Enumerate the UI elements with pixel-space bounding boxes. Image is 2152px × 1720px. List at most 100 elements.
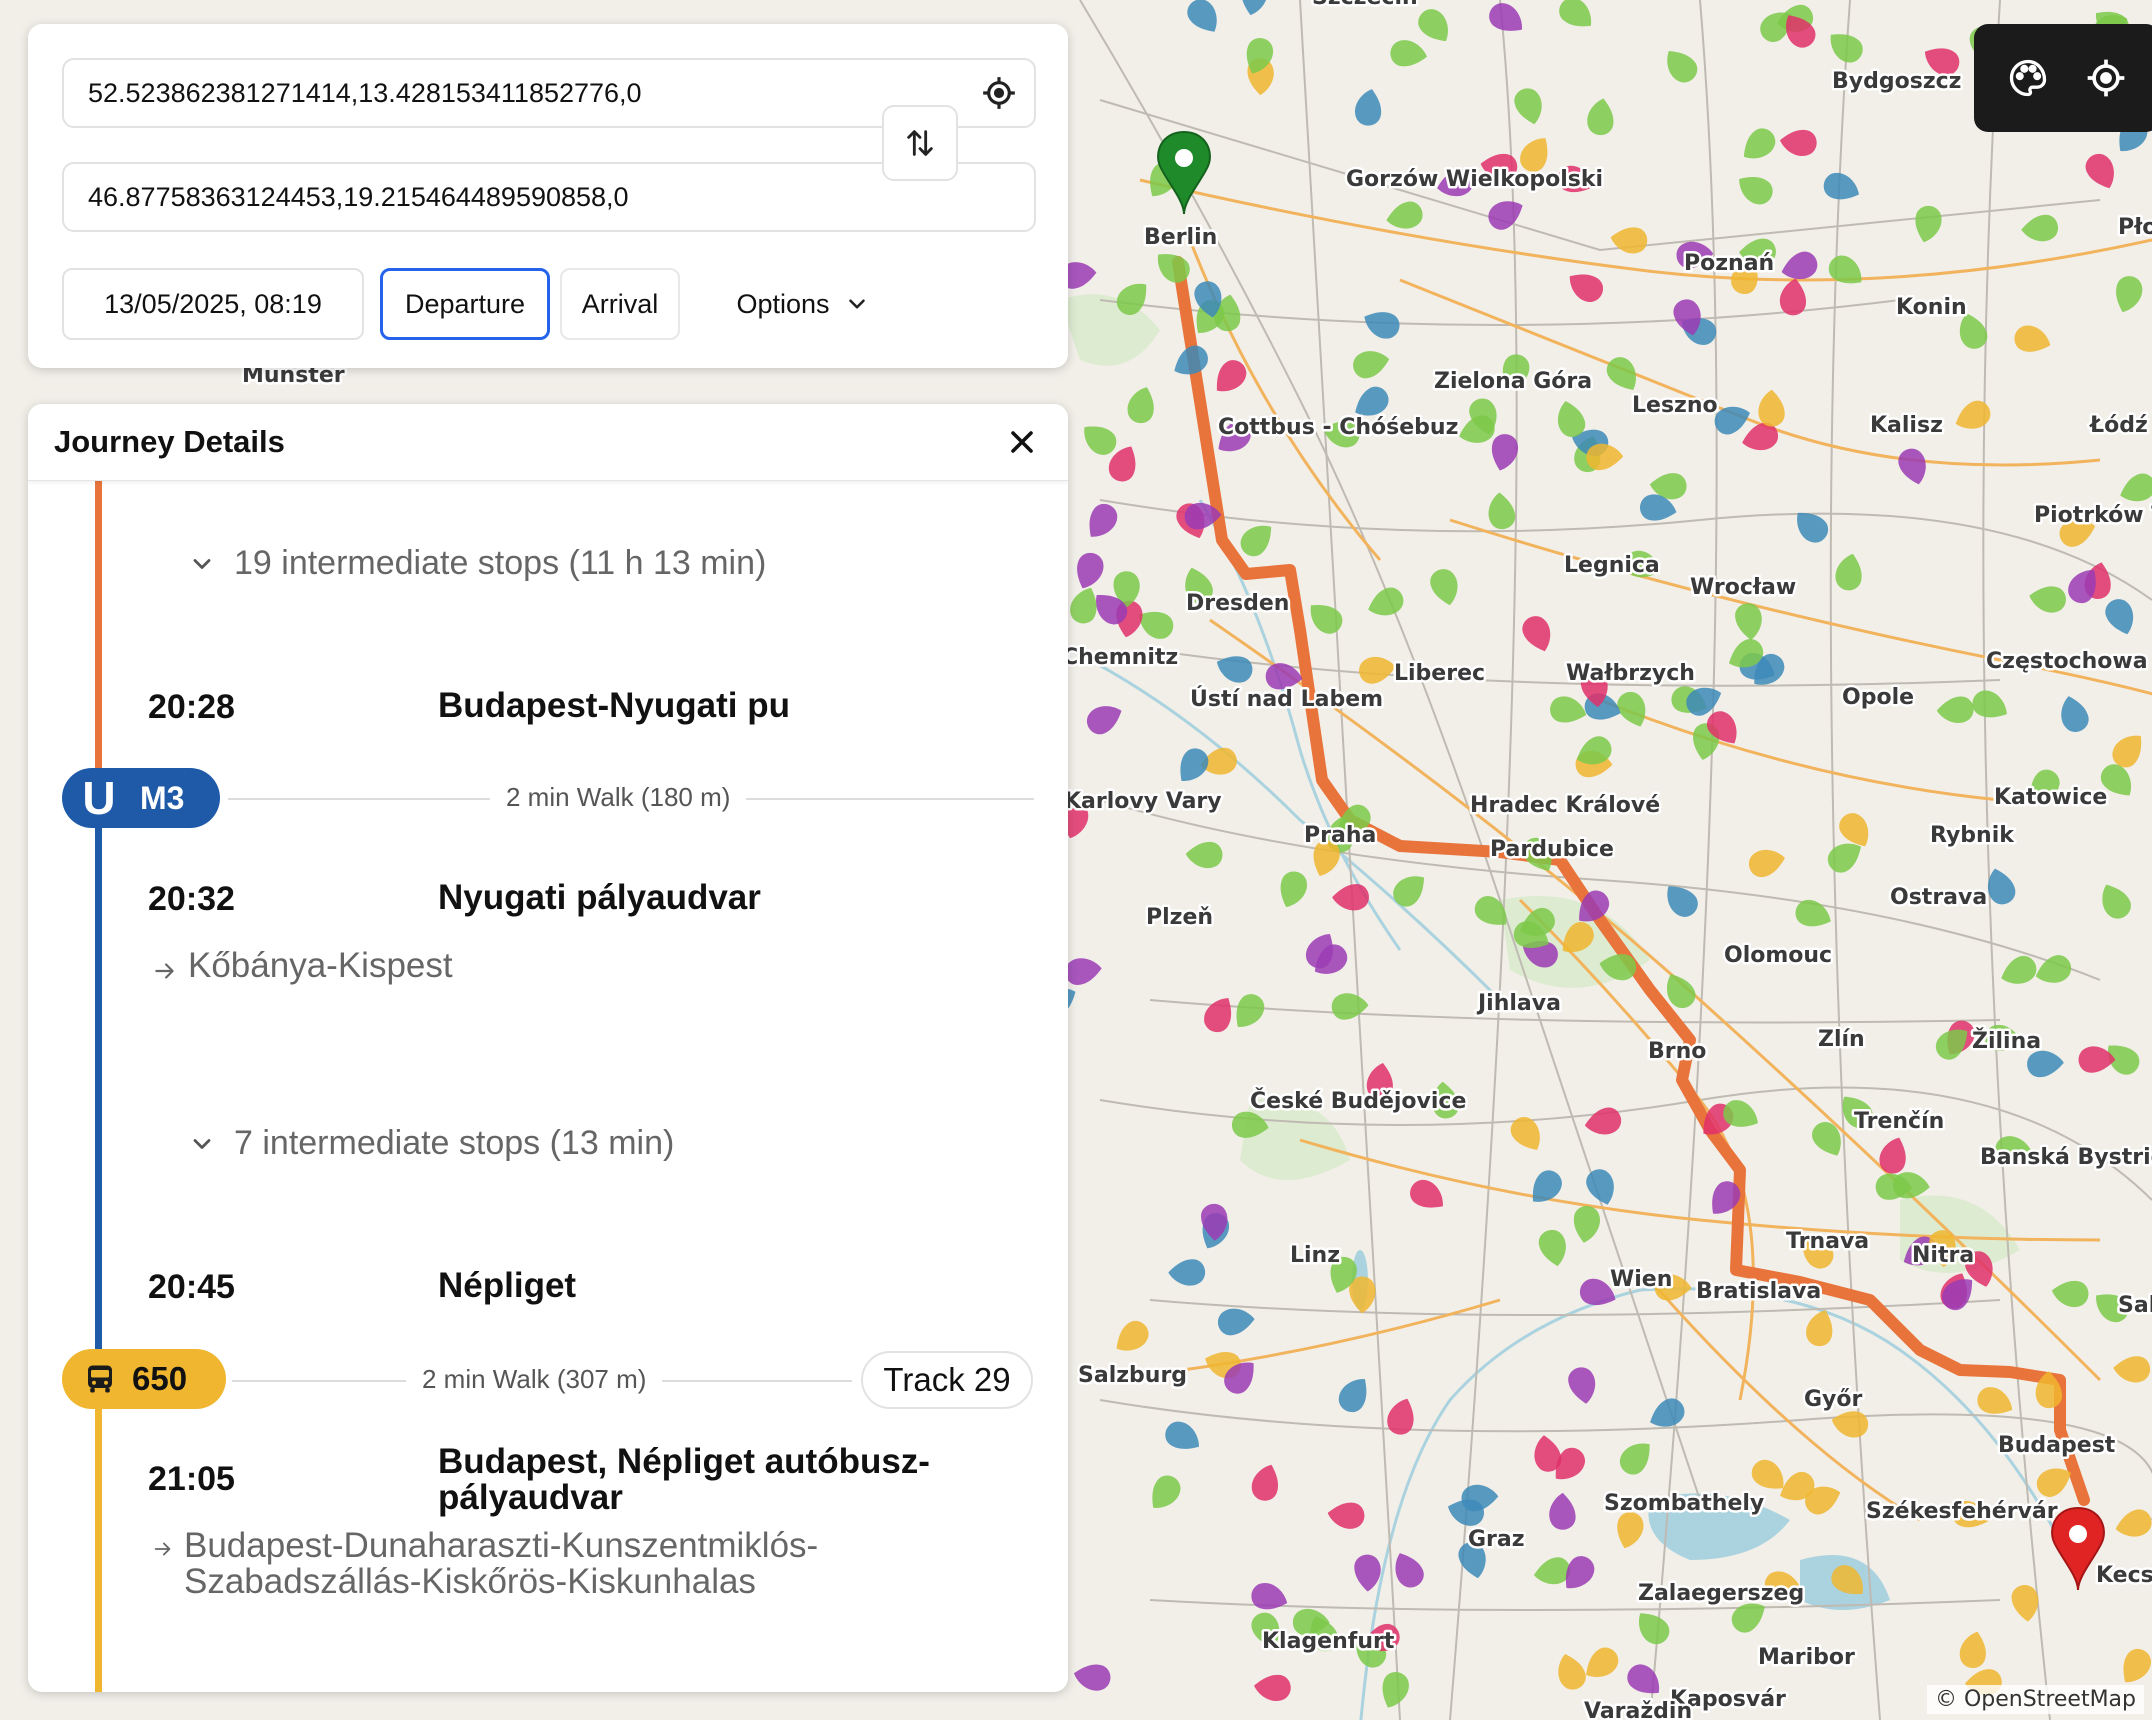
chevron-down-icon [193, 1138, 211, 1149]
city-label: Piotrków T [2034, 503, 2152, 528]
city-label: Łódź [2089, 413, 2148, 438]
city-label: Rybnik [1930, 823, 2015, 848]
departure-label: Departure [404, 288, 526, 319]
journey-title: Journey Details [54, 424, 285, 459]
city-label: České Budějovice [1250, 1088, 1466, 1114]
city-label: Praha [1304, 823, 1376, 848]
metro-leg-line [95, 800, 102, 1380]
arrow-right-icon [155, 963, 174, 979]
city-label: Zalaegerszeg [1638, 1581, 1804, 1606]
origin-value: 52.523862381271414,13.428153411852776,0 [88, 77, 642, 108]
city-label: Cottbus - Chóśebuz [1218, 415, 1458, 440]
bus-leg-line [95, 1380, 102, 1692]
city-label: Brno [1648, 1039, 1706, 1064]
departure-time: 20:32 [148, 880, 235, 918]
walk-info: 2 min Walk (307 m) [406, 1364, 663, 1395]
metro-u-icon: U [82, 772, 116, 824]
metro-line-badge[interactable]: U M3 [62, 768, 220, 828]
city-label: Plzeň [1146, 905, 1213, 930]
city-label: Dresden [1186, 591, 1289, 616]
city-label: Budapest [1998, 1433, 2116, 1458]
city-label: Konin [1896, 295, 1967, 320]
direction: Kőbánya-Kispest [152, 948, 453, 984]
line-label: 650 [132, 1360, 188, 1397]
city-label: Wałbrzych [1566, 661, 1695, 686]
city-label: Ostrava [1890, 885, 1987, 910]
search-panel: 52.523862381271414,13.428153411852776,0 … [28, 24, 1068, 368]
city-label: Leszno [1632, 393, 1718, 418]
arrival-button[interactable]: Arrival [560, 268, 680, 340]
city-label: Legnica [1564, 553, 1660, 578]
bus-line-badge[interactable]: 650 [62, 1349, 226, 1409]
city-label: Opole [1842, 685, 1914, 710]
city-label: Jihlava [1476, 991, 1561, 1016]
city-label: Liberec [1394, 661, 1485, 686]
city-label: Linz [1290, 1243, 1340, 1268]
direction-label: Budapest-Dunaharaszti-Kunszentmiklós-Sza… [184, 1526, 819, 1601]
track-badge: Track 29 [861, 1351, 1033, 1409]
direction: Budapest-Dunaharaszti-Kunszentmiklós-Sza… [152, 1528, 932, 1600]
city-label: Trenčín [1854, 1109, 1944, 1134]
station-name[interactable]: Nyugati pályaudvar [438, 880, 998, 916]
city-label: Maribor [1758, 1645, 1855, 1670]
bus-icon [88, 1365, 112, 1393]
departure-time: 21:05 [148, 1460, 235, 1498]
direction-label: Kőbánya-Kispest [188, 946, 453, 985]
city-label: Płock [2118, 215, 2152, 240]
swap-icon [907, 130, 933, 156]
arrival-time: 20:45 [148, 1268, 235, 1306]
city-label: Pardubice [1490, 837, 1614, 862]
close-icon[interactable] [1004, 424, 1040, 460]
city-label: Bratislava [1696, 1279, 1821, 1304]
city-label: Chemnitz [1062, 645, 1178, 670]
station-name[interactable]: Népliget [438, 1268, 998, 1304]
city-label: Szczecin [1312, 0, 1418, 10]
city-label: Gorzów Wielkopolski [1346, 167, 1603, 192]
intermediate-stops-toggle[interactable]: 7 intermediate stops (13 min) [188, 1124, 674, 1163]
station-name[interactable]: Budapest, Népliget autóbusz-pályaudvar [438, 1444, 998, 1516]
city-label: Trnava [1786, 1229, 1869, 1254]
city-label: Kalisz [1870, 413, 1943, 438]
walk-info: 2 min Walk (180 m) [490, 782, 747, 813]
city-label: Ústí nad Labem [1190, 686, 1383, 712]
journey-details-panel: Journey Details 19 intermediate stops (1… [28, 404, 1068, 1692]
city-label: Győr [1804, 1387, 1863, 1412]
journey-header: Journey Details [28, 404, 1068, 481]
datetime-input[interactable]: 13/05/2025, 08:19 [62, 268, 364, 340]
city-label: Poznań [1684, 251, 1774, 276]
city-label: Hradec Králové [1470, 793, 1660, 818]
city-label: Wrocław [1690, 575, 1796, 600]
city-label: Olomouc [1724, 943, 1832, 968]
arrow-right-icon [154, 1542, 171, 1556]
swap-button[interactable] [882, 105, 958, 181]
departure-button[interactable]: Departure [380, 268, 550, 340]
city-label: Varaždin [1584, 1699, 1692, 1720]
city-label: Banská Bystrica [1980, 1145, 2152, 1170]
map-attribution[interactable]: © OpenStreetMap [1926, 1685, 2144, 1714]
intermediate-stops-toggle[interactable]: 19 intermediate stops (11 h 13 min) [188, 544, 766, 583]
city-label: Salzburg [1078, 1363, 1187, 1388]
arrival-time: 20:28 [148, 688, 235, 726]
city-label: Székesfehérvár [1866, 1499, 2058, 1524]
palette-icon [2009, 59, 2047, 97]
city-label: Zielona Góra [1434, 369, 1592, 394]
locate-icon[interactable] [980, 74, 1018, 112]
city-label: Karlovy Vary [1064, 789, 1222, 814]
intermediate-stops-label: 19 intermediate stops (11 h 13 min) [234, 544, 767, 582]
city-label: Graz [1468, 1527, 1525, 1552]
chevron-down-icon [193, 558, 211, 569]
city-label: Katowice [1994, 785, 2107, 810]
rail-leg-line [95, 480, 102, 800]
arrival-label: Arrival [581, 288, 659, 319]
station-name[interactable]: Budapest-Nyugati pu [438, 688, 998, 724]
city-label: Zlín [1818, 1027, 1865, 1052]
chevron-down-icon [848, 299, 865, 309]
city-label: Kecsk [2096, 1563, 2152, 1588]
line-label: M3 [140, 779, 185, 816]
options-label: Options [736, 288, 830, 319]
city-label: Berlin [1144, 225, 1217, 250]
locate-me-button[interactable] [2052, 24, 2152, 132]
options-button[interactable]: Options [708, 268, 898, 340]
city-label: Nitra [1912, 1243, 1974, 1268]
datetime-value: 13/05/2025, 08:19 [104, 288, 322, 319]
